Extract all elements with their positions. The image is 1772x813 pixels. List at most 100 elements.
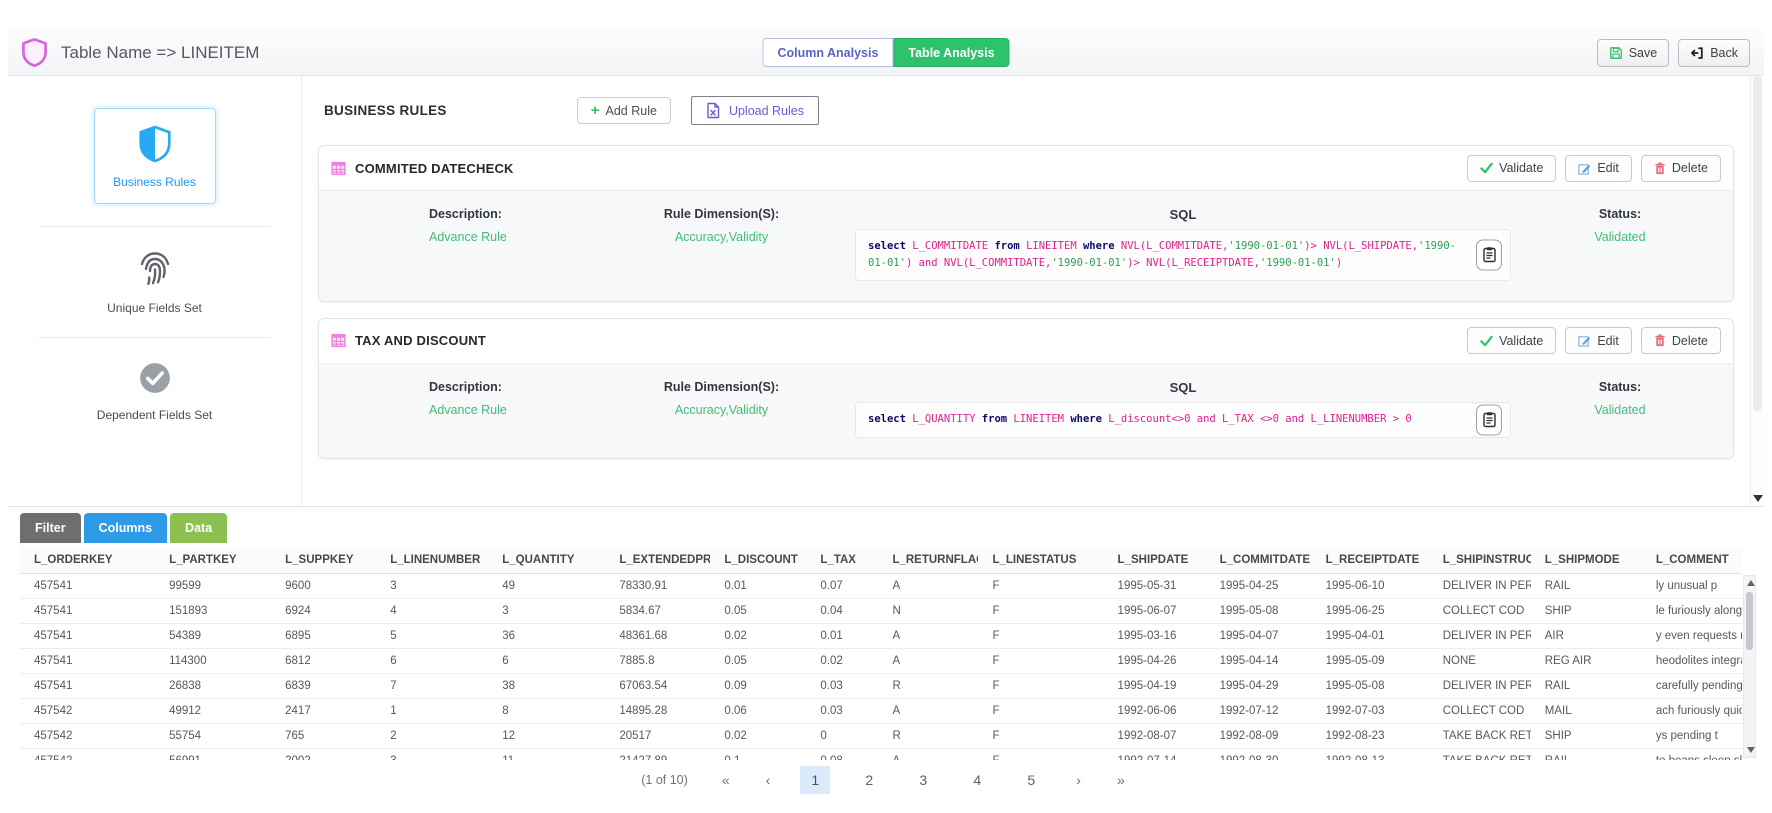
table-cell: ach furiously quick (1642, 699, 1742, 724)
scroll-up-arrow-icon[interactable] (1747, 580, 1755, 586)
rule-actions: Validate Edit Delete (1467, 155, 1721, 182)
copy-sql-button[interactable] (1476, 239, 1502, 270)
page-button[interactable]: 2 (854, 766, 884, 794)
table-cell: 1992-07-03 (1312, 699, 1429, 724)
table-cell: 151893 (155, 599, 271, 624)
table-cell: 1992-07-12 (1206, 699, 1312, 724)
table-cell: 1992-06-06 (1104, 699, 1206, 724)
table-cell: carefully pending p (1642, 674, 1742, 699)
table-cell: F (978, 724, 1103, 749)
sidebar-item-business-rules[interactable]: Business Rules (94, 92, 216, 220)
scroll-down-arrow-icon[interactable] (1747, 747, 1755, 753)
sidebar-item-unique-fields-set[interactable]: Unique Fields Set (107, 233, 202, 331)
table-cell: 99599 (155, 574, 271, 599)
table-scrollbar[interactable] (1743, 575, 1756, 758)
tab-filter[interactable]: Filter (20, 513, 81, 543)
divider (39, 337, 271, 338)
table-scrollbar-thumb[interactable] (1746, 592, 1753, 650)
scrollbar-thumb[interactable] (1753, 76, 1762, 411)
table-cell: 457542 (20, 699, 155, 724)
last-page-button[interactable]: » (1111, 768, 1131, 792)
table-cell: REG AIR (1531, 649, 1642, 674)
delete-button[interactable]: Delete (1641, 155, 1721, 182)
page-button[interactable]: 3 (908, 766, 938, 794)
column-header: L_QUANTITY (488, 547, 605, 574)
delete-label: Delete (1672, 161, 1708, 175)
column-header: L_RETURNFLAG (878, 547, 978, 574)
table-cell: 3 (376, 574, 488, 599)
table-cell: 457541 (20, 574, 155, 599)
table-cell: 1995-04-29 (1206, 674, 1312, 699)
tab-columns[interactable]: Columns (84, 513, 167, 543)
table-cell: 1995-05-31 (1104, 574, 1206, 599)
table-cell: 0.02 (806, 649, 878, 674)
table-cell: 1995-04-14 (1206, 649, 1312, 674)
edit-button[interactable]: Edit (1565, 327, 1632, 354)
table-row: 4575411518936924435834.670.050.04NF1995-… (20, 599, 1742, 624)
save-button-label: Save (1629, 46, 1658, 60)
rule-card-header: COMMITED DATECHECK Validate Edit (319, 146, 1733, 190)
rule-card-body: Description: Advance Rule Rule Dimension… (319, 190, 1733, 301)
rule-card: COMMITED DATECHECK Validate Edit (318, 145, 1734, 302)
add-rule-button[interactable]: + Add Rule (577, 97, 671, 124)
first-page-button[interactable]: « (716, 768, 736, 792)
next-page-button[interactable]: › (1070, 768, 1087, 792)
panel-scrollbar[interactable] (1750, 76, 1764, 506)
description-value: Advance Rule (429, 230, 594, 244)
table-cell: 67063.54 (605, 674, 710, 699)
validate-label: Validate (1499, 161, 1543, 175)
table-cell: 36 (488, 624, 605, 649)
save-button[interactable]: Save (1597, 39, 1670, 67)
validate-button[interactable]: Validate (1467, 327, 1556, 354)
sidebar-item-dependent-fields-set[interactable]: Dependent Fields Set (97, 344, 212, 438)
table-row: 45754199599960034978330.910.010.07AF1995… (20, 574, 1742, 599)
scroll-down-arrow-icon[interactable] (1753, 495, 1763, 502)
data-section: Filter Columns Data L_ORDERKEYL_PARTKEYL… (8, 507, 1764, 798)
back-arrow-icon (1690, 46, 1704, 60)
page-numbers: 12345 (800, 766, 1046, 794)
table-cell: A (878, 649, 978, 674)
topbar-actions: Save Back (1597, 39, 1750, 67)
table-cell: 1995-05-09 (1312, 649, 1429, 674)
selected-card: Business Rules (94, 108, 216, 204)
excel-file-icon (706, 102, 720, 119)
table-cell: 1992-08-09 (1206, 724, 1312, 749)
back-button[interactable]: Back (1678, 39, 1750, 67)
table-cell: 49 (488, 574, 605, 599)
page-button[interactable]: 5 (1016, 766, 1046, 794)
data-table: L_ORDERKEYL_PARTKEYL_SUPPKEYL_LINENUMBER… (20, 547, 1742, 760)
table-cell: N (878, 599, 978, 624)
column-header: L_TAX (806, 547, 878, 574)
column-header: L_EXTENDEDPRICE (605, 547, 710, 574)
table-cell: 0.08 (806, 749, 878, 761)
data-table-zone: L_ORDERKEYL_PARTKEYL_SUPPKEYL_LINENUMBER… (20, 547, 1756, 760)
save-floppy-icon (1609, 46, 1623, 60)
table-row: 45754256991200231121427.890.10.08AF1992-… (20, 749, 1742, 761)
table-cell: 4 (376, 599, 488, 624)
edit-button[interactable]: Edit (1565, 155, 1632, 182)
validate-button[interactable]: Validate (1467, 155, 1556, 182)
table-row: 4575411143006812667885.80.050.02AF1995-0… (20, 649, 1742, 674)
validate-label: Validate (1499, 334, 1543, 348)
tab-data[interactable]: Data (170, 513, 227, 543)
page-button[interactable]: 1 (800, 766, 830, 794)
tab-column-analysis[interactable]: Column Analysis (762, 38, 893, 67)
page-button[interactable]: 4 (962, 766, 992, 794)
table-cell: y even requests ma (1642, 624, 1742, 649)
table-cell: 1995-06-07 (1104, 599, 1206, 624)
upload-rules-button[interactable]: Upload Rules (691, 96, 819, 125)
prev-page-button[interactable]: ‹ (760, 768, 777, 792)
column-header: L_SHIPDATE (1104, 547, 1206, 574)
table-cell: 1995-06-10 (1312, 574, 1429, 599)
delete-button[interactable]: Delete (1641, 327, 1721, 354)
table-cell: 0.02 (710, 624, 806, 649)
column-header: L_COMMITDATE (1206, 547, 1312, 574)
table-cell: 1995-04-19 (1104, 674, 1206, 699)
table-cell: 1992-08-30 (1206, 749, 1312, 761)
copy-sql-button[interactable] (1476, 404, 1502, 435)
table-cell: A (878, 749, 978, 761)
rule-dimension-label: Rule Dimension(S): (614, 207, 829, 221)
table-cell: 6924 (271, 599, 376, 624)
tab-table-analysis[interactable]: Table Analysis (893, 38, 1009, 67)
rule-name: COMMITED DATECHECK (355, 161, 514, 176)
